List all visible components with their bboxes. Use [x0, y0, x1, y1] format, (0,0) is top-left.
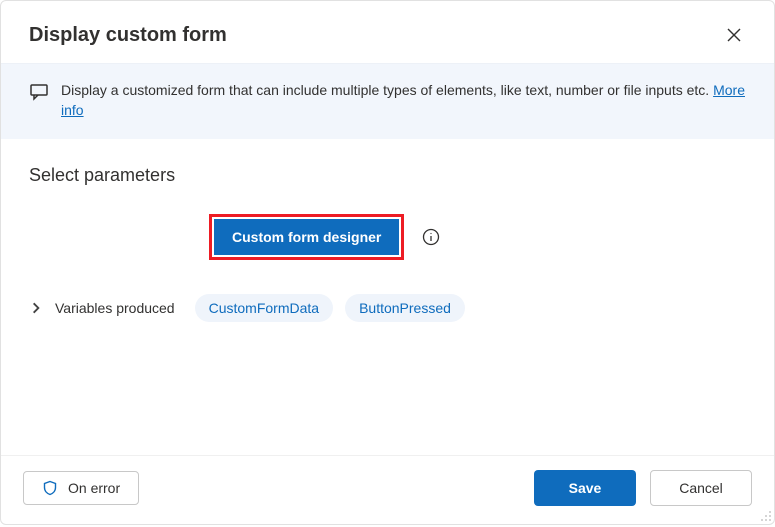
variables-row: Variables produced CustomFormData Button…: [29, 294, 746, 322]
speech-bubble-icon: [29, 82, 49, 102]
close-button[interactable]: [718, 19, 750, 51]
dialog-footer: On error Save Cancel: [1, 455, 774, 524]
expand-variables-toggle[interactable]: [29, 301, 43, 315]
banner-text: Display a customized form that can inclu…: [61, 82, 713, 98]
dialog-content: Select parameters Custom form designer V…: [1, 139, 774, 455]
designer-row: Custom form designer: [29, 214, 746, 260]
footer-actions: Save Cancel: [534, 470, 752, 506]
section-title: Select parameters: [29, 165, 746, 186]
close-icon: [727, 28, 741, 42]
variable-chip-customformdata[interactable]: CustomFormData: [195, 294, 333, 322]
info-icon[interactable]: [422, 228, 440, 246]
save-button[interactable]: Save: [534, 470, 636, 506]
info-banner: Display a customized form that can inclu…: [1, 63, 774, 139]
custom-form-designer-button[interactable]: Custom form designer: [214, 219, 399, 255]
dialog-display-custom-form: Display custom form Display a customized…: [0, 0, 775, 525]
banner-text-container: Display a customized form that can inclu…: [61, 80, 746, 121]
on-error-button[interactable]: On error: [23, 471, 139, 505]
variables-label: Variables produced: [55, 300, 175, 316]
variable-chip-buttonpressed[interactable]: ButtonPressed: [345, 294, 465, 322]
designer-button-highlight: Custom form designer: [209, 214, 404, 260]
chevron-right-icon: [29, 301, 43, 315]
dialog-header: Display custom form: [1, 1, 774, 63]
cancel-button[interactable]: Cancel: [650, 470, 752, 506]
shield-icon: [42, 480, 58, 496]
on-error-label: On error: [68, 480, 120, 496]
dialog-title: Display custom form: [29, 24, 227, 47]
